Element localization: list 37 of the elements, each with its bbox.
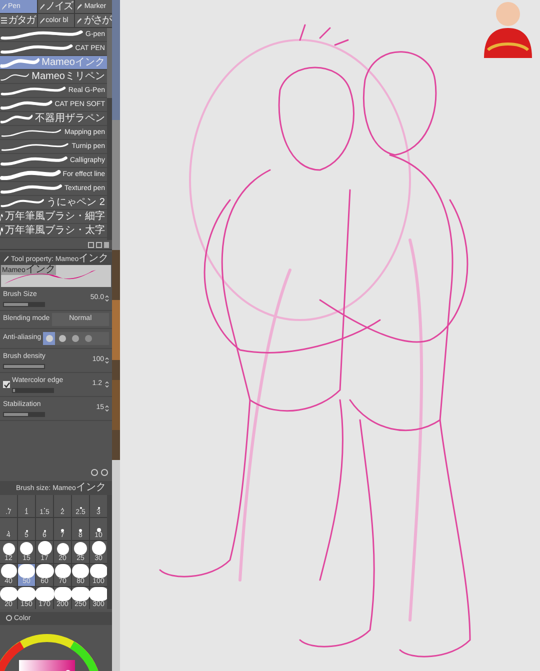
stroke-preview-icon (0, 30, 84, 40)
slider-track[interactable] (12, 388, 54, 393)
slider-track[interactable] (3, 412, 45, 417)
pen-icon (3, 254, 9, 262)
stroke-preview-icon (0, 44, 74, 54)
spinner-icon[interactable] (105, 405, 109, 412)
search-icon[interactable] (101, 469, 108, 476)
tool-tab[interactable]: がさが (75, 14, 112, 27)
stroke-preview-icon (0, 170, 61, 180)
brush-item[interactable]: 不器用ザラペン (0, 112, 107, 126)
color-wheel-icon (6, 615, 12, 621)
slider-track[interactable] (3, 302, 45, 307)
stroke-preview-icon (0, 58, 40, 68)
copy-icon[interactable] (96, 242, 102, 248)
stroke-preview-icon (0, 128, 63, 138)
stroke-preview-icon (0, 156, 68, 166)
stroke-preview-icon (0, 114, 33, 124)
stroke-preview-icon (0, 198, 45, 208)
stroke-preview-icon (0, 72, 30, 82)
add-icon[interactable] (88, 242, 94, 248)
pen-icon (1, 2, 7, 10)
stroke-preview-icon (0, 184, 63, 194)
spinner-icon[interactable] (105, 381, 109, 388)
tool-tab[interactable]: ガタガ (0, 14, 37, 27)
stroke-preview-icon (0, 100, 53, 110)
stroke-preview-icon (0, 86, 66, 96)
download-icon[interactable] (91, 469, 98, 476)
stroke-preview-icon (0, 142, 70, 152)
checkbox[interactable] (3, 381, 10, 388)
lines-icon (1, 17, 7, 24)
brush-item[interactable]: うにゃペン 2 (0, 196, 107, 210)
trash-icon[interactable] (104, 242, 109, 248)
spinner-icon[interactable] (105, 357, 109, 364)
antialias-option[interactable] (43, 332, 56, 345)
spinner-icon[interactable] (105, 295, 109, 302)
tool-tab[interactable]: ノイズ (38, 0, 74, 13)
scrollbar[interactable] (107, 28, 112, 240)
